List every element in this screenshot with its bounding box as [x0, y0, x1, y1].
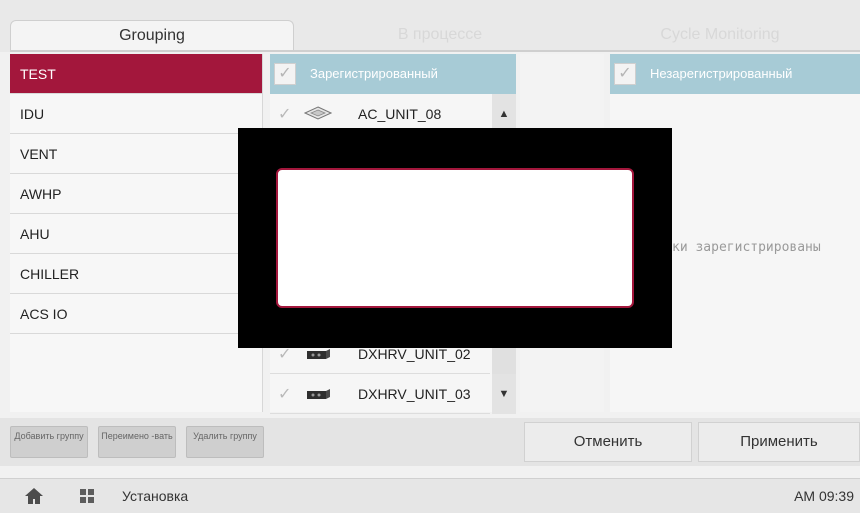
- registered-header: ✓ Зарегистрированный: [270, 54, 516, 94]
- select-all-unregistered-checkbox[interactable]: ✓: [614, 63, 636, 85]
- group-list: TEST IDU VENT AWHP AHU CHILLER ACS IO: [10, 54, 263, 412]
- page-title: Установка: [122, 488, 189, 504]
- delete-group-button[interactable]: Удалить группу: [186, 426, 264, 458]
- registered-header-label: Зарегистрированный: [310, 66, 438, 81]
- empty-message: ки зарегистрированы: [672, 240, 821, 255]
- tab-in-progress[interactable]: В процессе: [300, 20, 580, 50]
- rename-group-button[interactable]: Переимено -вать: [98, 426, 176, 458]
- status-bar: Установка AM 09:39: [0, 478, 860, 513]
- add-group-button[interactable]: Добавить группу: [10, 426, 88, 458]
- unregistered-header: ✓ Незарегистрированный: [610, 54, 860, 94]
- scroll-down-icon[interactable]: ▼: [492, 374, 516, 414]
- unit-name: DXHRV_UNIT_03: [358, 386, 471, 402]
- dxhrv-unit-icon: [307, 349, 330, 359]
- group-item-chiller[interactable]: CHILLER: [10, 254, 262, 294]
- action-bar: Добавить группу Переимено -вать Удалить …: [0, 418, 860, 466]
- unregistered-header-label: Незарегистрированный: [650, 66, 793, 81]
- group-item-acs-io[interactable]: ACS IO: [10, 294, 262, 334]
- modal-overlay: [238, 128, 672, 348]
- group-item-idu[interactable]: IDU: [10, 94, 262, 134]
- group-item-vent[interactable]: VENT: [10, 134, 262, 174]
- tab-bar: Grouping В процессе Cycle Monitoring: [0, 0, 860, 52]
- group-item-test[interactable]: TEST: [10, 54, 262, 94]
- cancel-button[interactable]: Отменить: [524, 422, 692, 462]
- tab-cycle-monitoring[interactable]: Cycle Monitoring: [585, 20, 855, 50]
- cassette-unit-icon: [304, 106, 332, 120]
- select-all-registered-checkbox[interactable]: ✓: [274, 63, 296, 85]
- check-icon[interactable]: ✓: [278, 384, 291, 404]
- group-item-ahu[interactable]: AHU: [10, 214, 262, 254]
- dxhrv-unit-icon: [307, 389, 330, 399]
- apply-button[interactable]: Применить: [698, 422, 860, 462]
- modal-dialog: [276, 168, 634, 308]
- check-icon[interactable]: ✓: [278, 104, 291, 124]
- group-item-awhp[interactable]: AWHP: [10, 174, 262, 214]
- home-icon[interactable]: [24, 487, 44, 505]
- clock: AM 09:39: [794, 488, 854, 504]
- tab-grouping[interactable]: Grouping: [10, 20, 294, 51]
- list-item[interactable]: ✓ DXHRV_UNIT_03: [270, 374, 490, 414]
- tab-divider: [10, 50, 860, 52]
- menu-grid-icon[interactable]: [80, 489, 94, 503]
